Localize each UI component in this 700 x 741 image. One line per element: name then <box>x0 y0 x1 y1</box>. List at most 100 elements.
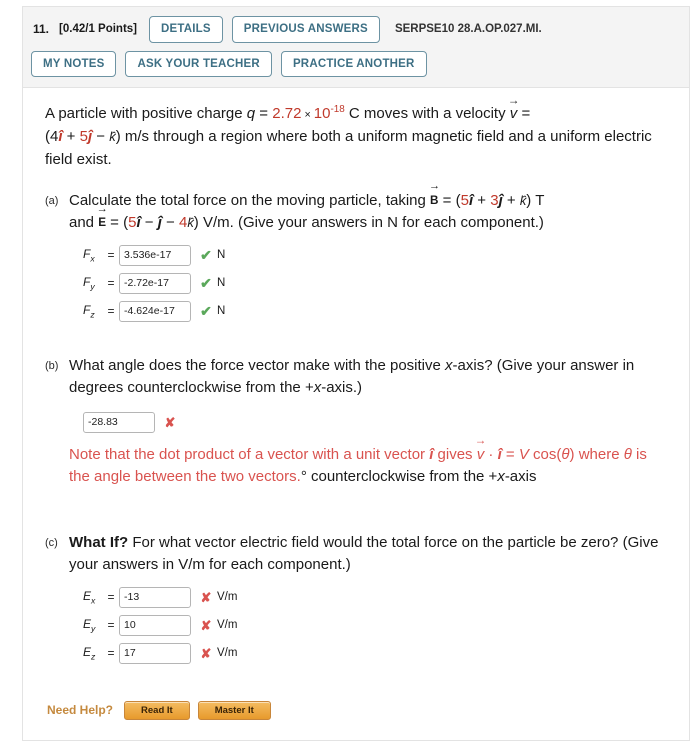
part-b-answer-row: ✘ <box>83 411 669 433</box>
answer-symbol: Ey <box>83 616 96 634</box>
magnetic-field-symbol: B <box>430 192 438 210</box>
need-help-row: Need Help? Read It Master It <box>47 700 673 721</box>
part-a-e-equals: = ( <box>106 214 129 232</box>
feedback-note-2: gives <box>433 445 477 463</box>
answer-unit: V/m <box>217 619 238 632</box>
statement-text-4: ) m/s through a region where both a unif… <box>45 128 652 168</box>
answer-symbol: Ex <box>83 588 96 606</box>
answer-row: Ez = ✘ V/m <box>83 642 669 664</box>
feedback-V-symbol: V <box>518 445 529 463</box>
part-c-answers: Ex = ✘ V/m Ey = ✘ V/m <box>69 586 669 664</box>
answer-equals: = <box>107 618 115 633</box>
correct-checkmark-icon: ✔ <box>200 247 212 264</box>
part-c: (c) What If? For what vector electric fi… <box>45 532 673 671</box>
part-c-question: What If? For what vector electric field … <box>69 532 669 577</box>
part-a-text-2: and <box>69 214 99 232</box>
need-help-label: Need Help? <box>47 703 114 718</box>
answer-unit: V/m <box>217 647 238 660</box>
part-b-question: What angle does the force vector make wi… <box>69 355 669 400</box>
answer-row: Ey = ✘ V/m <box>83 614 669 636</box>
part-a-b-equals: = ( <box>438 191 461 209</box>
answer-row: Fy = ✔ N <box>83 272 669 294</box>
efield-x-input[interactable] <box>119 586 191 608</box>
x-axis-symbol: x <box>497 468 505 486</box>
answer-symbol: Fy <box>83 274 95 292</box>
efield-y-input[interactable] <box>119 614 191 636</box>
question-header: 11. [0.42/1 Points] DETAILS PREVIOUS ANS… <box>22 6 690 88</box>
ask-your-teacher-button[interactable]: ASK YOUR TEACHER <box>125 50 272 78</box>
answer-equals: = <box>107 276 115 291</box>
part-a-label: (a) <box>45 194 59 207</box>
part-a: (a) Calculate the total force on the mov… <box>45 190 673 329</box>
part-a-b-plus-2: + <box>502 191 520 209</box>
force-x-input[interactable] <box>119 244 191 266</box>
charge-symbol: q <box>246 105 256 123</box>
part-a-e-minus-1: − <box>140 214 158 232</box>
details-button[interactable]: DETAILS <box>149 16 223 43</box>
answer-row: Ex = ✘ V/m <box>83 586 669 608</box>
feedback-note-3: cos( <box>533 445 562 463</box>
incorrect-cross-icon: ✘ <box>200 645 212 661</box>
velocity-plus: + <box>62 128 80 146</box>
part-b-text-1: What angle does the force vector make wi… <box>69 356 446 374</box>
feedback-note-1: Note that the dot product of a vector wi… <box>69 445 430 463</box>
statement-text-2: C moves with a velocity <box>344 105 510 123</box>
velocity-minus: − <box>92 128 110 146</box>
previous-answers-button[interactable]: PREVIOUS ANSWERS <box>231 16 380 43</box>
part-a-b-close: ) T <box>526 191 545 209</box>
charge-value: 2.72 <box>272 105 302 123</box>
charge-exponent: -18 <box>330 104 345 116</box>
b-j-coefficient: 3 <box>490 191 499 209</box>
read-it-button[interactable]: Read It <box>124 700 190 721</box>
part-a-b-plus-1: + <box>473 191 491 209</box>
velocity-j-coef: 5 <box>79 128 88 146</box>
statement-equals-2: = <box>517 105 531 123</box>
correct-checkmark-icon: ✔ <box>200 303 212 320</box>
header-row-primary: 11. [0.42/1 Points] DETAILS PREVIOUS ANS… <box>33 16 679 43</box>
answer-unit: N <box>217 305 226 318</box>
angle-input[interactable] <box>83 411 155 433</box>
incorrect-cross-icon: ✘ <box>200 617 212 633</box>
feedback-note-4: ) where <box>569 445 624 463</box>
part-a-e-minus-2: − <box>161 214 179 232</box>
theta-symbol: θ <box>623 445 632 463</box>
statement-text-1: A particle with positive charge <box>45 105 247 123</box>
what-if-label: What If? <box>69 533 129 551</box>
incorrect-cross-icon: ✘ <box>200 589 212 605</box>
force-y-input[interactable] <box>119 272 191 294</box>
question-number: 11. <box>33 22 50 37</box>
incorrect-cross-icon: ✘ <box>164 414 176 430</box>
feedback-dot: · <box>484 445 498 463</box>
question-card: 11. [0.42/1 Points] DETAILS PREVIOUS ANS… <box>22 6 690 741</box>
points-label: [0.42/1 Points] <box>59 23 137 36</box>
statement-equals-1: = <box>255 105 273 123</box>
answer-row: Fx = ✔ N <box>83 244 669 266</box>
x-axis-symbol: x <box>445 356 453 374</box>
master-it-button[interactable]: Master It <box>197 700 271 721</box>
answer-symbol: Fz <box>83 302 95 320</box>
practice-another-button[interactable]: PRACTICE ANOTHER <box>280 50 427 78</box>
answer-unit: V/m <box>217 591 238 604</box>
problem-code: SERPSE10 28.A.OP.027.MI. <box>394 23 542 36</box>
answer-equals: = <box>107 248 115 263</box>
theta-symbol: θ <box>561 445 570 463</box>
part-a-answers: Fx = ✔ N Fy = ✔ N <box>69 244 669 322</box>
answer-unit: N <box>217 277 226 290</box>
my-notes-button[interactable]: MY NOTES <box>31 50 117 78</box>
part-c-text: For what vector electric field would the… <box>69 533 659 574</box>
header-row-secondary: MY NOTES ASK YOUR TEACHER PRACTICE ANOTH… <box>31 50 679 78</box>
answer-unit: N <box>217 249 226 262</box>
part-b-feedback: Note that the dot product of a vector wi… <box>69 444 669 489</box>
part-b: (b) What angle does the force vector mak… <box>45 355 673 504</box>
force-z-input[interactable] <box>119 300 191 322</box>
feedback-equals: = <box>501 445 519 463</box>
correct-checkmark-icon: ✔ <box>200 275 212 292</box>
part-a-e-close: ) V/m. (Give your answers in N for each … <box>193 214 544 232</box>
question-body: A particle with positive charge q = 2.72… <box>22 87 690 741</box>
part-a-text-1: Calculate the total force on the moving … <box>69 191 431 209</box>
problem-statement: A particle with positive charge q = 2.72… <box>45 102 655 171</box>
efield-z-input[interactable] <box>119 642 191 664</box>
part-b-label: (b) <box>45 359 59 372</box>
answer-symbol: Ez <box>83 644 96 662</box>
answer-equals: = <box>107 590 115 605</box>
